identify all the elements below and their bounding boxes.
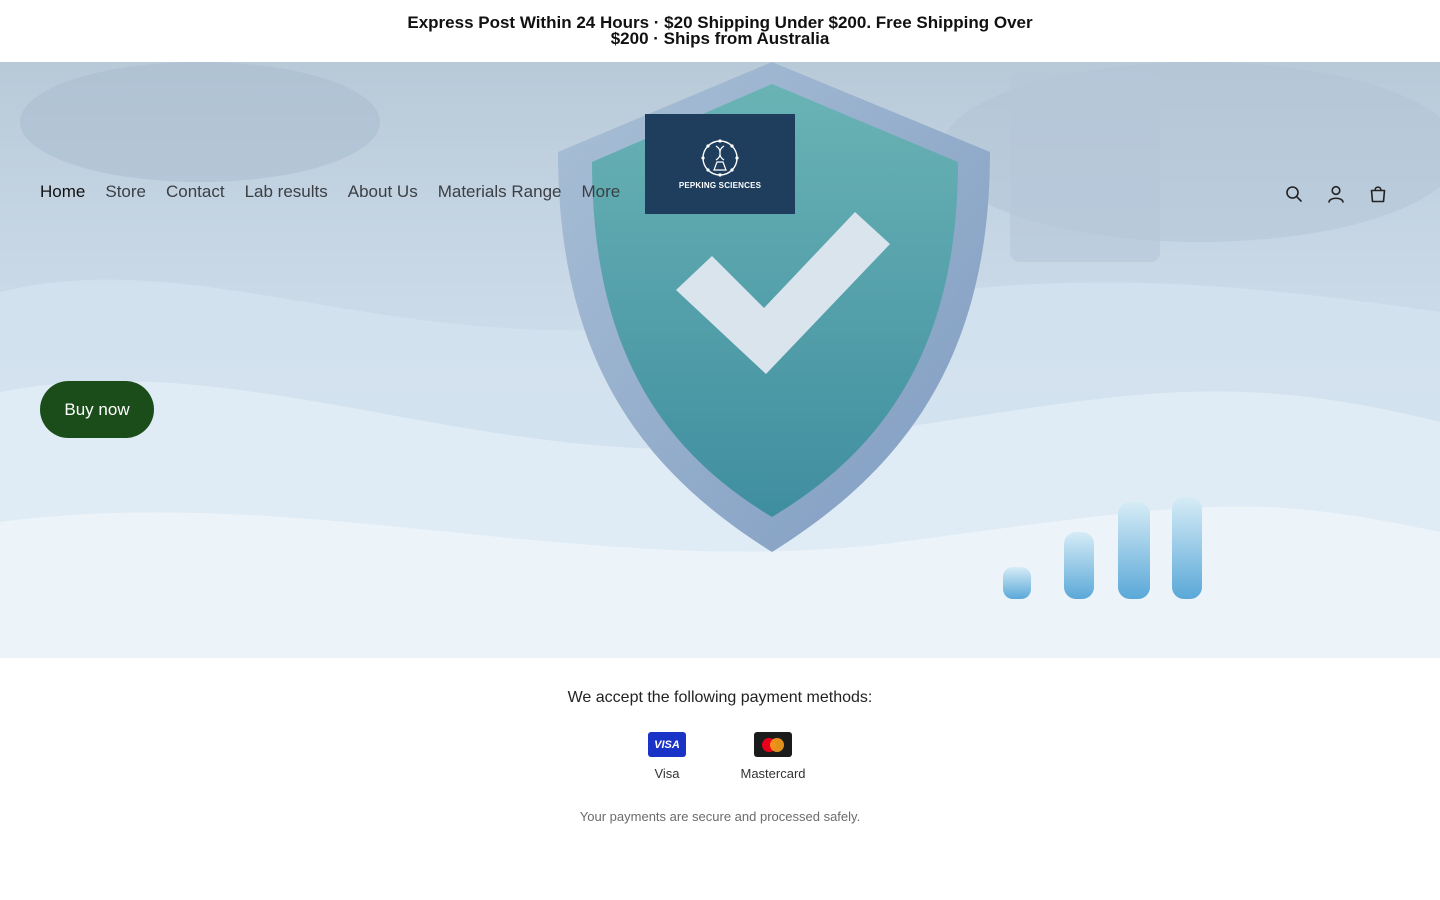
payment-method-mastercard: Mastercard	[740, 732, 806, 781]
payment-method-label: Mastercard	[740, 766, 806, 781]
buy-now-button[interactable]: Buy now	[40, 381, 154, 438]
header-actions	[1284, 184, 1388, 204]
main-nav: Home Store Contact Lab results About Us …	[40, 182, 620, 202]
nav-more[interactable]: More	[581, 182, 620, 202]
hero-banner: Home Store Contact Lab results About Us …	[0, 62, 1440, 658]
payment-method-label: Visa	[654, 766, 680, 781]
site-logo[interactable]: PEPKING SCIENCES	[645, 114, 795, 214]
logo-text: PEPKING SCIENCES	[678, 181, 762, 190]
logo-emblem-icon	[701, 139, 739, 177]
payment-methods-section: We accept the following payment methods:…	[0, 658, 1440, 900]
nav-contact[interactable]: Contact	[166, 182, 225, 202]
mastercard-logo-icon	[762, 737, 784, 752]
cart-icon[interactable]	[1368, 184, 1388, 204]
search-icon[interactable]	[1284, 184, 1304, 204]
account-icon[interactable]	[1326, 184, 1346, 204]
mastercard-card-icon	[754, 732, 792, 757]
announcement-bar: Express Post Within 24 Hours · $20 Shipp…	[0, 0, 1440, 62]
payments-heading: We accept the following payment methods:	[567, 689, 873, 706]
nav-about-us[interactable]: About Us	[348, 182, 418, 202]
nav-store[interactable]: Store	[105, 182, 146, 202]
nav-materials-range[interactable]: Materials Range	[438, 182, 562, 202]
secure-payment-note: Your payments are secure and processed s…	[579, 809, 861, 824]
visa-card-icon: VISA	[648, 732, 686, 757]
nav-home[interactable]: Home	[40, 182, 85, 202]
payment-methods-list: VISA Visa Mastercard	[0, 732, 1440, 781]
nav-lab-results[interactable]: Lab results	[245, 182, 328, 202]
payment-method-visa: VISA Visa	[634, 732, 700, 781]
announcement-text: Express Post Within 24 Hours · $20 Shipp…	[407, 13, 1033, 48]
